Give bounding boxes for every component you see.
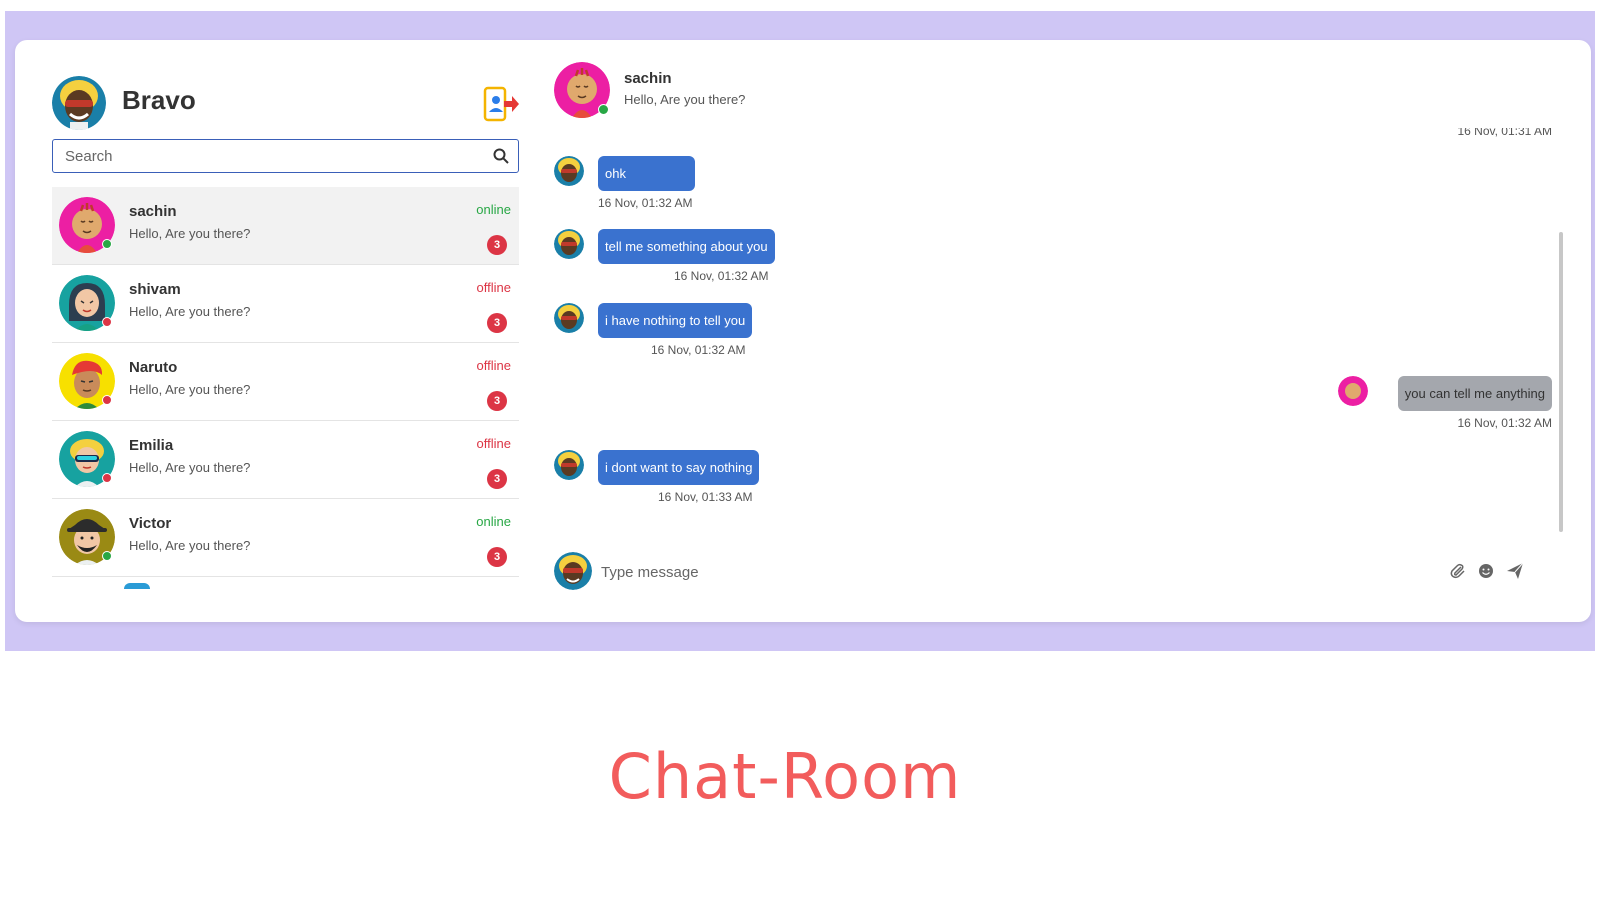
search-bar <box>52 139 519 173</box>
message-bubble[interactable]: you can tell me anything <box>1397 376 1552 411</box>
status-dot <box>102 317 112 327</box>
message-bubble[interactable]: ohk <box>598 156 695 191</box>
next-contact-avatar-peek <box>124 583 150 589</box>
sender-avatar <box>1338 376 1368 406</box>
contact-status: offline <box>476 436 511 451</box>
paperclip-icon[interactable] <box>1447 560 1469 582</box>
profile-header: Bravo <box>52 75 519 131</box>
unread-badge: 3 <box>487 547 507 567</box>
sender-avatar <box>554 450 584 480</box>
user-avatar[interactable] <box>52 76 106 130</box>
contact-item[interactable]: shivam Hello, Are you there? offline 3 <box>52 265 519 343</box>
message-outgoing: tell me something about you 16 Nov, 01:3… <box>554 229 954 289</box>
unread-badge: 3 <box>487 391 507 411</box>
chat-partner-subtitle: Hello, Are you there? <box>624 92 746 107</box>
message-incoming: you can tell me anything 16 Nov, 01:32 A… <box>1154 376 1554 436</box>
contact-preview: Hello, Are you there? <box>129 226 251 241</box>
message-composer <box>554 552 1544 592</box>
message-outgoing: i dont want to say nothing 16 Nov, 01:33… <box>554 450 954 510</box>
message-bubble[interactable]: i have nothing to tell you <box>598 303 753 338</box>
status-dot <box>102 551 112 561</box>
message-time: 16 Nov, 01:32 AM <box>674 269 769 283</box>
message-time: 16 Nov, 01:32 AM <box>1457 416 1553 430</box>
user-name: Bravo <box>122 85 196 115</box>
chat-pane: sachin Hello, Are you there? 16 Nov, 01:… <box>554 62 1564 612</box>
contact-preview: Hello, Are you there? <box>129 382 251 397</box>
logout-icon[interactable] <box>482 85 520 123</box>
unread-badge: 3 <box>487 469 507 489</box>
contact-status: online <box>476 514 511 529</box>
sender-avatar <box>554 303 584 333</box>
message-outgoing: i have nothing to tell you 16 Nov, 01:32… <box>554 303 954 363</box>
sender-avatar <box>554 156 584 186</box>
contact-name: Victor <box>129 515 172 532</box>
contact-list: sachin Hello, Are you there? online 3 sh… <box>52 187 519 585</box>
emoji-icon[interactable] <box>1475 560 1497 582</box>
sender-avatar <box>554 229 584 259</box>
contact-item[interactable]: Emilia Hello, Are you there? offline 3 <box>52 421 519 499</box>
status-dot <box>102 239 112 249</box>
message-input[interactable] <box>596 558 1396 586</box>
message-bubble[interactable]: tell me something about you <box>598 229 775 264</box>
contact-name: Naruto <box>129 359 178 376</box>
contact-preview: Hello, Are you there? <box>129 538 251 553</box>
contact-preview: Hello, Are you there? <box>129 460 251 475</box>
status-dot <box>598 104 609 115</box>
send-icon[interactable] <box>1504 560 1526 582</box>
unread-badge: 3 <box>487 235 507 255</box>
unread-badge: 3 <box>487 313 507 333</box>
message-time: 16 Nov, 01:31 AM <box>1457 128 1553 138</box>
contact-item[interactable]: Victor Hello, Are you there? online 3 <box>52 499 519 577</box>
contact-status: offline <box>476 280 511 295</box>
search-input[interactable] <box>53 140 484 172</box>
message-list: 16 Nov, 01:31 AM ohk 16 Nov, 01:32 AM te… <box>554 128 1554 542</box>
user-avatar-small <box>554 552 592 590</box>
contact-name: sachin <box>129 203 177 220</box>
contact-item[interactable]: Naruto Hello, Are you there? offline 3 <box>52 343 519 421</box>
page-caption: Chat-Room <box>608 740 962 813</box>
chat-partner-name: sachin <box>624 70 672 87</box>
status-dot <box>102 473 112 483</box>
message-outgoing: ohk 16 Nov, 01:32 AM <box>554 156 954 216</box>
message-time: 16 Nov, 01:33 AM <box>658 490 753 504</box>
message-time: 16 Nov, 01:32 AM <box>651 343 746 357</box>
contact-name: shivam <box>129 281 181 298</box>
contact-name: Emilia <box>129 437 174 454</box>
contact-status: online <box>476 202 511 217</box>
search-icon[interactable] <box>484 140 518 172</box>
status-dot <box>102 395 112 405</box>
contact-item[interactable]: sachin Hello, Are you there? online 3 <box>52 187 519 265</box>
message-scrollbar[interactable] <box>1559 232 1563 532</box>
contact-preview: Hello, Are you there? <box>129 304 251 319</box>
sidebar: Bravo sachin Hello, Are you t <box>52 75 519 589</box>
message-bubble[interactable]: i dont want to say nothing <box>598 450 760 485</box>
contact-status: offline <box>476 358 511 373</box>
message-time: 16 Nov, 01:32 AM <box>598 196 693 210</box>
